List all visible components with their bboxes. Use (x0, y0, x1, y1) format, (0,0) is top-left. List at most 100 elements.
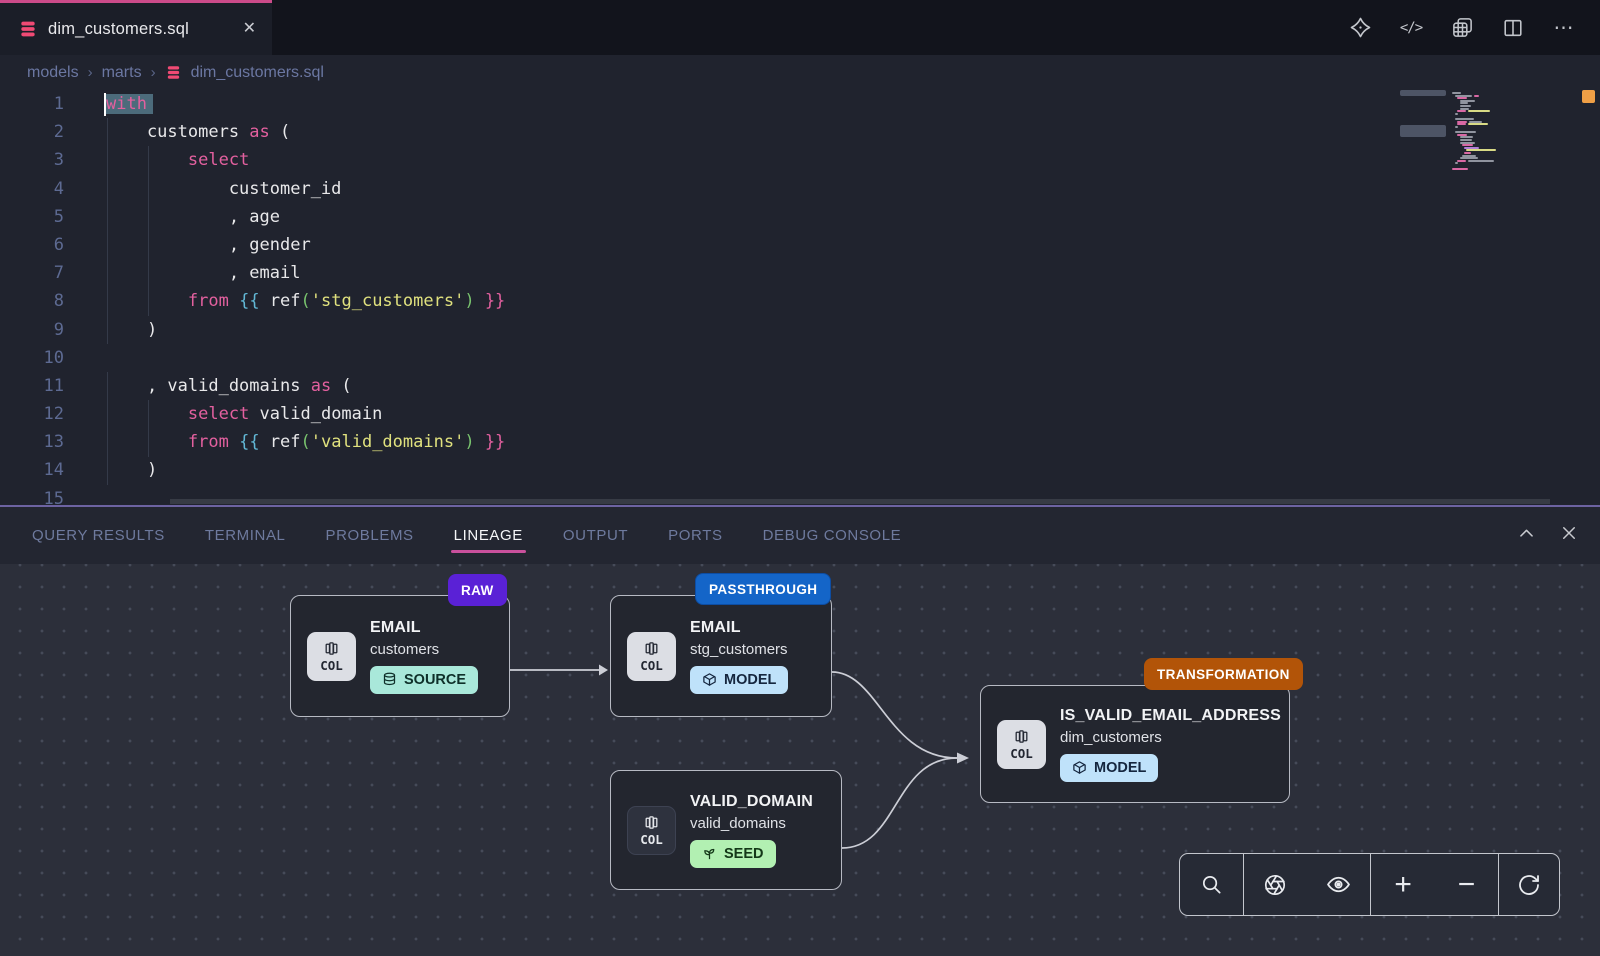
lineage-toolbar: + − (1179, 853, 1560, 916)
minimap-selection-mark (1400, 90, 1446, 96)
zoom-in-icon[interactable]: + (1383, 865, 1423, 905)
aperture-icon[interactable] (1255, 865, 1295, 905)
line-number: 14 (0, 456, 64, 484)
node-kind-badge: MODEL (1060, 754, 1158, 782)
query-results-panel-icon[interactable] (1450, 16, 1474, 40)
editor-tab-bar: dim_customers.sql ✕ </> (0, 0, 1600, 55)
line-number: 13 (0, 428, 64, 456)
panel-tab-ports[interactable]: PORTS (668, 527, 722, 544)
overview-ruler-marker (1582, 90, 1595, 103)
node-column-name: VALID_DOMAIN (690, 793, 813, 811)
node-table-name: valid_domains (690, 815, 813, 832)
code-line[interactable]: select (106, 146, 1600, 174)
code-line[interactable]: with (106, 90, 1600, 118)
node-table-name: stg_customers (690, 641, 788, 658)
window-actions: </> ⋯ (1348, 0, 1600, 55)
line-number: 9 (0, 316, 64, 344)
column-icon (643, 814, 660, 831)
panel-tab-output[interactable]: OUTPUT (563, 527, 628, 544)
dbt-icon[interactable] (1348, 16, 1372, 40)
tag-badge-passthrough: PASSTHROUGH (695, 573, 831, 605)
eye-icon[interactable] (1319, 865, 1359, 905)
column-chip[interactable]: COL (627, 806, 676, 855)
lineage-node-customers[interactable]: RAW COL EMAIL customers (290, 595, 510, 717)
cube-icon (1072, 760, 1087, 775)
line-number: 3 (0, 146, 64, 174)
lineage-node-stg-customers[interactable]: PASSTHROUGH COL EMAIL stg_customers (610, 595, 832, 717)
line-number: 1 (0, 90, 64, 118)
col-label: COL (640, 832, 663, 847)
split-editor-icon[interactable] (1501, 16, 1525, 40)
line-number: 8 (0, 287, 64, 315)
line-number: 5 (0, 203, 64, 231)
database-icon (165, 64, 182, 81)
text-cursor (104, 93, 106, 116)
breadcrumb-item-models[interactable]: models (27, 64, 79, 82)
node-body: IS_VALID_EMAIL_ADDRESS dim_customers MOD… (1060, 707, 1281, 782)
code-line[interactable]: ) (106, 316, 1600, 344)
node-column-name: EMAIL (690, 619, 788, 637)
toolbar-group-search (1180, 854, 1244, 915)
node-table-name: customers (370, 641, 478, 658)
panel-tab-debug-console[interactable]: DEBUG CONSOLE (763, 527, 902, 544)
refresh-icon[interactable] (1509, 865, 1549, 905)
column-chip[interactable]: COL (627, 632, 676, 681)
toolbar-group-zoom: + − (1371, 854, 1499, 915)
database-icon (382, 672, 397, 687)
panel-tab-terminal[interactable]: TERMINAL (205, 527, 286, 544)
code-line[interactable]: , age (106, 203, 1600, 231)
breadcrumb-item-marts[interactable]: marts (102, 64, 142, 82)
minimap[interactable] (1452, 92, 1540, 170)
code-line[interactable]: customers as ( (106, 118, 1600, 146)
lineage-node-valid-domains[interactable]: COL VALID_DOMAIN valid_domains SEED (610, 770, 842, 890)
breadcrumb: models › marts › dim_customers.sql (0, 55, 1600, 90)
node-body: VALID_DOMAIN valid_domains SEED (690, 793, 813, 868)
code-line[interactable]: , valid_domains as ( (106, 372, 1600, 400)
panel-tab-query-results[interactable]: QUERY RESULTS (32, 527, 165, 544)
code-area[interactable]: with customers as ( select customer_id ,… (106, 90, 1600, 505)
open-code-icon[interactable]: </> (1399, 16, 1423, 40)
tag-badge-transformation: TRANSFORMATION (1144, 658, 1303, 690)
horizontal-scrollbar[interactable] (170, 499, 1550, 504)
ide-window: dim_customers.sql ✕ </> (0, 0, 1600, 956)
tab-title: dim_customers.sql (48, 20, 189, 39)
node-column-name: EMAIL (370, 619, 478, 637)
code-line[interactable]: customer_id (106, 175, 1600, 203)
code-editor[interactable]: 123456789101112131415 with customers as … (0, 90, 1600, 505)
lineage-node-dim-customers[interactable]: TRANSFORMATION COL IS_VALID_EMAIL_ADDRES… (980, 685, 1290, 803)
code-line[interactable]: ) (106, 456, 1600, 484)
code-line[interactable]: , gender (106, 231, 1600, 259)
toolbar-group-refresh (1499, 854, 1559, 915)
line-number: 2 (0, 118, 64, 146)
bottom-panel-tabbar: QUERY RESULTS TERMINAL PROBLEMS LINEAGE OUTP… (0, 505, 1600, 564)
panel-tab-problems[interactable]: PROBLEMS (326, 527, 414, 544)
editor-tab-dim-customers[interactable]: dim_customers.sql ✕ (0, 0, 272, 55)
column-chip[interactable]: COL (997, 720, 1046, 769)
node-kind-badge: SEED (690, 840, 776, 868)
breadcrumb-item-file[interactable]: dim_customers.sql (191, 64, 324, 82)
line-number: 15 (0, 485, 64, 505)
more-actions-icon[interactable]: ⋯ (1552, 16, 1576, 40)
close-tab-icon[interactable]: ✕ (243, 21, 256, 37)
breadcrumb-separator: › (151, 64, 156, 81)
code-line[interactable]: from {{ ref('stg_customers') }} (106, 287, 1600, 315)
node-table-name: dim_customers (1060, 729, 1281, 746)
code-line[interactable]: from {{ ref('valid_domains') }} (106, 428, 1600, 456)
code-line[interactable]: select valid_domain (106, 400, 1600, 428)
toolbar-group-view (1244, 854, 1372, 915)
collapse-panel-icon[interactable] (1517, 524, 1536, 548)
search-icon[interactable] (1191, 865, 1231, 905)
column-chip[interactable]: COL (307, 632, 356, 681)
col-label: COL (1010, 746, 1033, 761)
code-line[interactable] (106, 344, 1600, 372)
breadcrumb-separator: › (88, 64, 93, 81)
minimap-selection-mark (1400, 125, 1446, 137)
zoom-out-icon[interactable]: − (1446, 865, 1486, 905)
code-line[interactable]: , email (106, 259, 1600, 287)
panel-tab-lineage[interactable]: LINEAGE (454, 527, 523, 544)
line-number: 11 (0, 372, 64, 400)
line-number: 4 (0, 175, 64, 203)
lineage-canvas[interactable]: RAW COL EMAIL customers (0, 564, 1600, 956)
close-panel-icon[interactable] (1560, 524, 1578, 547)
column-icon (643, 640, 660, 657)
